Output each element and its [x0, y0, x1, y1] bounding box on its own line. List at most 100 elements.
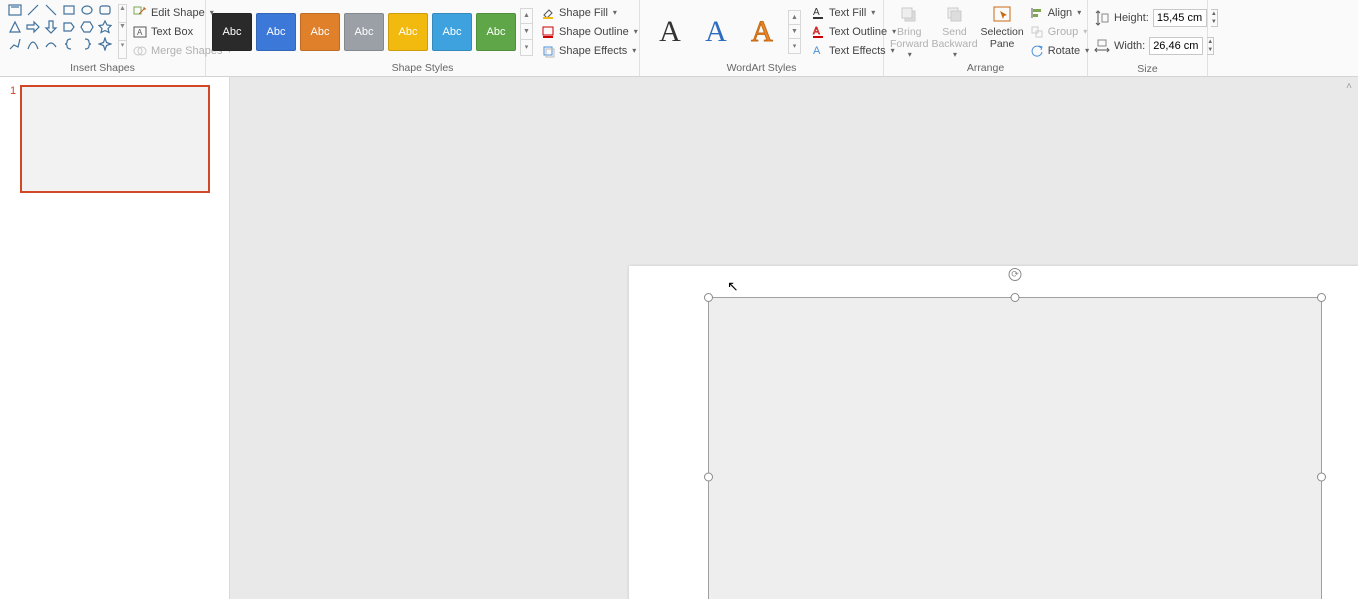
shape-fill-label: Shape Fill — [559, 7, 608, 19]
caret-icon: ▾ — [613, 8, 617, 17]
group-insert-shapes: ▲ ▼ ▾ Edit Shape ▾ A Text Box Merge Shap… — [0, 0, 206, 76]
shape-line-icon[interactable] — [26, 3, 40, 17]
shape-arrow-d-icon[interactable] — [44, 20, 58, 34]
svg-text:A: A — [813, 26, 820, 37]
wordart-swatch-3[interactable]: A — [742, 11, 782, 53]
text-outline-label: Text Outline — [829, 26, 887, 38]
style-swatch-3[interactable]: Abc — [300, 13, 340, 51]
shape-effects-icon — [541, 44, 555, 58]
shape-triangle-icon[interactable] — [8, 20, 22, 34]
ribbon: ▲ ▼ ▾ Edit Shape ▾ A Text Box Merge Shap… — [0, 0, 1358, 77]
edit-shape-icon — [133, 6, 147, 20]
edit-shape-label: Edit Shape — [151, 7, 205, 19]
shapes-gallery[interactable] — [4, 2, 116, 61]
caret-icon: ▾ — [634, 27, 638, 36]
slide-canvas-area[interactable]: ⟳ ↖ — [230, 77, 1358, 599]
align-icon — [1030, 6, 1044, 20]
align-label: Align — [1048, 7, 1072, 19]
rotate-button[interactable]: Rotate ▾ — [1028, 42, 1091, 60]
group-arrange: Bring Forward ▾ Send Backward ▾ Selectio… — [884, 0, 1088, 76]
style-swatch-5[interactable]: Abc — [388, 13, 428, 51]
shape-outline-button[interactable]: Shape Outline ▾ — [539, 23, 640, 41]
resize-handle-mr[interactable] — [1317, 472, 1326, 481]
svg-text:A: A — [137, 28, 143, 37]
shape-roundrect-icon[interactable] — [98, 3, 112, 17]
resize-handle-tr[interactable] — [1317, 293, 1326, 302]
caret-icon: ▾ — [632, 46, 636, 55]
align-button[interactable]: Align ▾ — [1028, 4, 1091, 22]
wordart-gallery-spinner[interactable]: ▲▼▾ — [788, 10, 801, 54]
shape-star-icon[interactable] — [98, 20, 112, 34]
group-label-size: Size — [1092, 62, 1203, 77]
send-backward-label: Send Backward — [931, 27, 977, 50]
group-btn-label: Group — [1048, 26, 1079, 38]
wordart-gallery[interactable]: A A A ▲▼▾ — [644, 2, 807, 61]
merge-shapes-icon — [133, 44, 147, 58]
text-box-label: Text Box — [151, 26, 193, 38]
width-spinner[interactable]: ▲▼ — [1207, 37, 1214, 55]
text-fill-icon: A — [811, 6, 825, 20]
shape-fill-icon — [541, 6, 555, 20]
style-gallery-spinner[interactable]: ▲▼▾ — [520, 8, 533, 56]
shape-pentagon-icon[interactable] — [62, 20, 76, 34]
shape-brace-l-icon[interactable] — [62, 37, 76, 51]
wordart-swatch-1[interactable]: A — [650, 11, 690, 53]
shapes-gallery-spinner[interactable]: ▲ ▼ ▾ — [118, 4, 127, 59]
width-row: Width: ▲▼ — [1094, 34, 1201, 58]
shape-textbox-icon[interactable] — [8, 3, 22, 17]
width-icon — [1094, 38, 1110, 54]
shape-effects-button[interactable]: Shape Effects ▾ — [539, 42, 640, 60]
style-swatch-7[interactable]: Abc — [476, 13, 516, 51]
text-box-icon: A — [133, 25, 147, 39]
resize-handle-tm[interactable] — [1011, 293, 1020, 302]
thumbnail-preview[interactable] — [20, 85, 210, 193]
shape-fill-button[interactable]: Shape Fill ▾ — [539, 4, 640, 22]
shape-oval-icon[interactable] — [80, 3, 94, 17]
shape-style-gallery[interactable]: Abc Abc Abc Abc Abc Abc Abc ▲▼▾ — [210, 2, 535, 61]
thumbnail-pane[interactable]: 1 — [0, 77, 230, 599]
shape-outline-label: Shape Outline — [559, 26, 629, 38]
shape-arrow-r-icon[interactable] — [26, 20, 40, 34]
width-label: Width: — [1114, 40, 1145, 52]
thumbnail-slide-1[interactable]: 1 — [10, 85, 219, 193]
selection-pane-icon — [991, 4, 1013, 26]
shape-outline-icon — [541, 25, 555, 39]
shape-hexagon-icon[interactable] — [80, 20, 94, 34]
group-label-wordart: WordArt Styles — [644, 61, 879, 76]
text-fill-label: Text Fill — [829, 7, 866, 19]
style-swatch-2[interactable]: Abc — [256, 13, 296, 51]
thumbnail-number: 1 — [10, 85, 16, 97]
workspace: 1 ⟳ ↖ — [0, 77, 1358, 599]
bring-forward-icon — [898, 4, 920, 26]
height-input[interactable] — [1153, 9, 1207, 27]
group-wordart-styles: A A A ▲▼▾ A Text Fill ▾ A Text Outline ▾… — [640, 0, 884, 76]
resize-handle-ml[interactable] — [704, 472, 713, 481]
rotate-label: Rotate — [1048, 45, 1080, 57]
height-spinner[interactable]: ▲▼ — [1211, 9, 1218, 27]
style-swatch-4[interactable]: Abc — [344, 13, 384, 51]
shape-brace-r-icon[interactable] — [80, 37, 94, 51]
selection-pane-button[interactable]: Selection Pane — [979, 2, 1026, 61]
style-swatch-6[interactable]: Abc — [432, 13, 472, 51]
shape-connector-icon[interactable] — [8, 37, 22, 51]
shape-effects-label: Shape Effects — [559, 45, 627, 57]
caret-icon: ▾ — [1083, 27, 1087, 36]
group-icon — [1030, 25, 1044, 39]
selected-shape[interactable]: ⟳ — [708, 297, 1322, 599]
shape-arc-icon[interactable] — [44, 37, 58, 51]
height-icon — [1094, 10, 1110, 26]
shape-curve-icon[interactable] — [26, 37, 40, 51]
wordart-swatch-2[interactable]: A — [696, 11, 736, 53]
resize-handle-tl[interactable] — [704, 293, 713, 302]
shape-star4-icon[interactable] — [98, 37, 112, 51]
shape-line2-icon[interactable] — [44, 3, 58, 17]
width-input[interactable] — [1149, 37, 1203, 55]
shape-rect-icon[interactable] — [62, 3, 76, 17]
caret-icon: ▾ — [908, 50, 912, 59]
style-swatch-1[interactable]: Abc — [212, 13, 252, 51]
send-backward-button: Send Backward ▾ — [931, 2, 979, 61]
rotation-handle[interactable]: ⟳ — [1009, 268, 1022, 281]
height-label: Height: — [1114, 12, 1149, 24]
svg-text:A: A — [813, 7, 820, 18]
send-backward-icon — [944, 4, 966, 26]
